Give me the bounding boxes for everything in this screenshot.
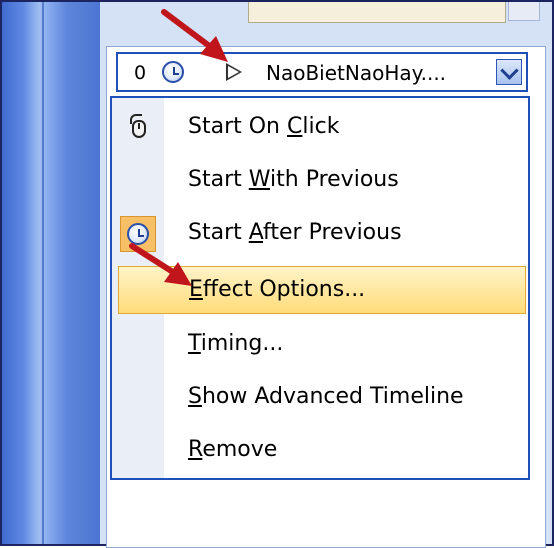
menu-item-remove[interactable]: Remove: [114, 425, 526, 477]
slide-thumbnail-strip: [2, 2, 100, 544]
menu-item-label: Effect Options...: [189, 277, 366, 302]
menu-item-label: Timing...: [188, 331, 284, 356]
annotation-arrow-top: [161, 9, 228, 62]
menu-item-timing[interactable]: Timing...: [114, 319, 526, 371]
menu-item-start-on-click[interactable]: Start On Click: [114, 102, 526, 154]
menu-item-start-with-previous[interactable]: Start With Previous: [114, 155, 526, 207]
annotation-arrow-menu: [129, 243, 192, 286]
menu-item-label: Show Advanced Timeline: [188, 384, 464, 409]
menu-item-label: Start After Previous: [188, 220, 402, 245]
menu-item-show-advanced-timeline[interactable]: Show Advanced Timeline: [114, 372, 526, 424]
mouse-icon: [130, 114, 146, 138]
menu-item-label: Start With Previous: [188, 167, 399, 192]
strip-divider: [42, 2, 44, 544]
menu-item-label: Start On Click: [188, 114, 340, 139]
menu-item-label: Remove: [188, 437, 278, 462]
pane-top-field: [248, 2, 506, 23]
animation-order-number: 0: [134, 62, 147, 84]
pane-top-button[interactable]: [508, 2, 540, 21]
animation-name: NaoBietNaoHay....: [266, 61, 447, 85]
chevron-down-icon[interactable]: [496, 59, 522, 85]
